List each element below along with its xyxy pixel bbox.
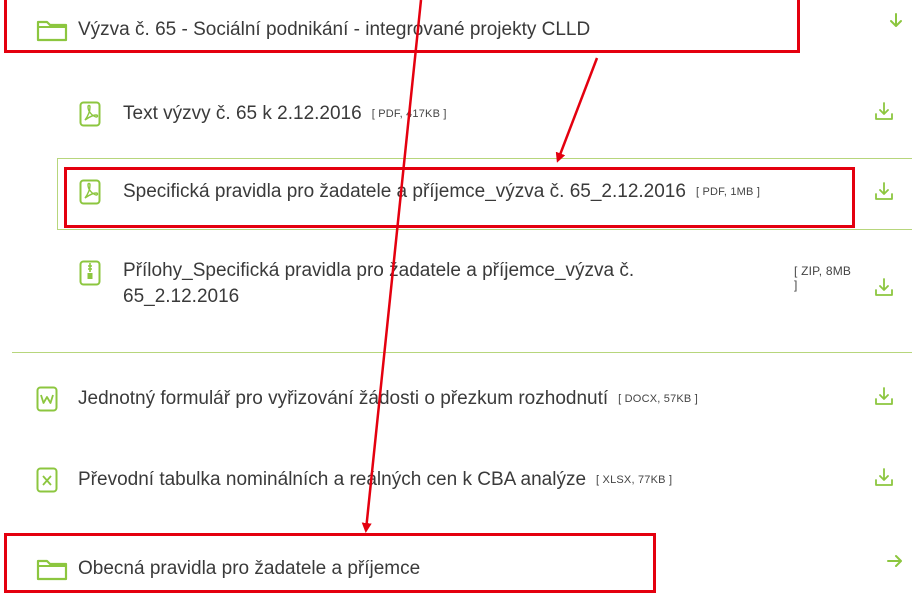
file-label-line1: Přílohy_Specifická pravidla pro žadatele… bbox=[123, 260, 635, 281]
download-icon[interactable] bbox=[873, 180, 895, 202]
arrow-right-icon[interactable] bbox=[884, 550, 906, 572]
download-icon[interactable] bbox=[873, 100, 895, 122]
highlight-box-folder-65 bbox=[4, 0, 800, 53]
file-row-prevodni-tabulka[interactable]: Převodní tabulka nominálních a reálných … bbox=[36, 464, 672, 496]
section-divider bbox=[12, 352, 912, 353]
file-label: Jednotný formulář pro vyřizování žádosti… bbox=[78, 388, 609, 409]
xlsx-file-icon bbox=[36, 467, 58, 493]
pdf-file-icon bbox=[79, 101, 101, 127]
download-icon[interactable] bbox=[873, 466, 895, 488]
file-meta: [ DOCX, 57KB ] bbox=[618, 393, 698, 405]
file-meta: [ PDF, 417KB ] bbox=[371, 108, 447, 120]
file-label-line2: 65_2.12.2016 bbox=[123, 286, 240, 307]
file-row-text-vyzvy[interactable]: Text výzvy č. 65 k 2.12.2016 [ PDF, 417K… bbox=[79, 98, 447, 130]
file-meta: [ XLSX, 77KB ] bbox=[596, 474, 673, 486]
arrow-down-icon[interactable] bbox=[885, 10, 907, 32]
file-label: Převodní tabulka nominálních a reálných … bbox=[78, 469, 587, 490]
download-icon[interactable] bbox=[873, 385, 895, 407]
download-icon[interactable] bbox=[873, 276, 895, 298]
docx-file-icon bbox=[36, 386, 58, 412]
file-label: Text výzvy č. 65 k 2.12.2016 bbox=[123, 103, 362, 124]
highlight-box-specificka-pravidla bbox=[64, 167, 855, 228]
file-row-jednotny-formular[interactable]: Jednotný formulář pro vyřizování žádosti… bbox=[36, 383, 698, 415]
highlight-box-obecna-pravidla bbox=[4, 533, 656, 593]
annotation-arrow-to-specificka-pravidla bbox=[555, 57, 599, 163]
file-row-prilohy[interactable]: Přílohy_Specifická pravidla pro žadatele… bbox=[79, 258, 879, 318]
file-meta-line1: [ ZIP, 8MB bbox=[794, 264, 852, 278]
zip-file-icon bbox=[79, 260, 101, 286]
file-meta-line2: ] bbox=[794, 278, 798, 292]
